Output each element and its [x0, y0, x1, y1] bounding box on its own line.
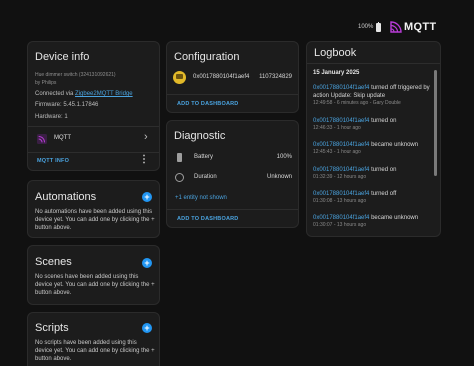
integration-row-mqtt[interactable]: MQTT › — [28, 128, 159, 150]
diagnostic-label: Battery — [194, 154, 214, 160]
logbook-entity-link[interactable]: 0x0017880104f1aef4 — [313, 215, 369, 221]
mqtt-info-button[interactable]: MQTT INFO — [37, 158, 69, 164]
logbook-message: became unknown — [371, 215, 419, 221]
divider — [28, 126, 159, 127]
firmware-version: Firmware: 5.45.1.17846 — [35, 102, 99, 108]
divider — [307, 63, 440, 64]
device-entity-icon — [173, 71, 186, 84]
add-to-dashboard-button[interactable]: ADD TO DASHBOARD — [177, 101, 238, 107]
more-options-icon[interactable]: ⋮ — [139, 154, 149, 165]
divider — [167, 209, 298, 210]
logbook-entity-link[interactable]: 0x0017880104f1aef4 — [313, 85, 369, 91]
device-info-card: Device info Hue dimmer switch (324131092… — [27, 41, 160, 171]
mqtt-brand-text: MQTT — [404, 21, 437, 33]
logbook-message: turned on — [371, 167, 397, 173]
logbook-meta: 12:49:58 - 6 minutes ago - Gary Double — [313, 100, 401, 106]
automations-title: Automations — [35, 191, 97, 203]
device-info-title: Device info — [35, 51, 90, 63]
logbook-title: Logbook — [314, 47, 357, 59]
device-model: Hue dimmer switch (324131092621) — [35, 72, 116, 78]
add-script-button[interactable]: + — [142, 323, 152, 333]
entities-not-shown-link[interactable]: +1 entity not shown — [175, 195, 227, 201]
logbook-entity-link[interactable]: 0x0017880104f1aef4 — [313, 118, 369, 124]
diagnostic-label: Duration — [194, 174, 217, 180]
diagnostic-value: Unknown — [266, 174, 292, 180]
zigbee2mqtt-bridge-link[interactable]: Zigbee2MQTT Bridge — [75, 91, 133, 97]
logbook-scrollbar[interactable] — [434, 70, 437, 176]
logbook-meta: 12:46:33 - 1 hour ago — [313, 125, 361, 131]
connected-via: Connected via Zigbee2MQTT Bridge — [35, 91, 133, 97]
scripts-empty-text: No scripts have been added using this de… — [35, 340, 155, 362]
logbook-entry: 0x0017880104f1aef4 turned on 01:32:39 - … — [313, 166, 431, 181]
add-automation-button[interactable]: + — [142, 192, 152, 202]
scripts-title: Scripts — [35, 322, 69, 334]
logbook-meta: 12:45:43 - 1 hour ago — [313, 149, 361, 155]
divider — [167, 94, 298, 95]
logbook-date: 15 January 2025 — [313, 70, 360, 76]
mqtt-logo-icon — [390, 21, 402, 33]
battery-percentage: 100% — [358, 24, 374, 30]
scenes-empty-text: No scenes have been added using this dev… — [35, 274, 155, 296]
logbook-entry: 0x0017880104f1aef4 turned off 01:30:08 -… — [313, 190, 431, 205]
logbook-entry: 0x0017880104f1aef4 became unknown 01:30:… — [313, 214, 431, 229]
top-bar: 100% MQTT — [0, 0, 474, 38]
automations-card: Automations + No automations have been a… — [27, 180, 160, 238]
logbook-meta: 01:30:08 - 13 hours ago — [313, 198, 367, 204]
scenes-card: Scenes + No scenes have been added using… — [27, 245, 160, 305]
logbook-meta: 01:32:39 - 12 hours ago — [313, 174, 367, 180]
hardware-version: Hardware: 1 — [35, 114, 68, 120]
add-scene-button[interactable]: + — [142, 258, 152, 268]
add-to-dashboard-button[interactable]: ADD TO DASHBOARD — [177, 216, 238, 222]
battery-icon — [376, 22, 381, 32]
scripts-card: Scripts + No scripts have been added usi… — [27, 312, 160, 366]
diagnostic-value: 100% — [276, 154, 292, 160]
divider — [28, 152, 159, 153]
configuration-entity-row[interactable]: 0x0017880104f1aef4 1107324829 — [167, 70, 298, 86]
configuration-card: Configuration 0x0017880104f1aef4 1107324… — [166, 41, 299, 113]
configuration-entity-name: 0x0017880104f1aef4 — [193, 74, 250, 80]
timer-icon — [175, 173, 184, 182]
device-manufacturer: by Philips — [35, 80, 57, 86]
logbook-entry: 0x0017880104f1aef4 turned on 12:46:33 - … — [313, 117, 431, 132]
integration-label: MQTT — [54, 135, 71, 141]
diagnostic-title: Diagnostic — [174, 130, 226, 142]
diagnostic-card: Diagnostic Battery 100% Duration Unknown… — [166, 120, 299, 228]
connected-via-label: Connected via — [35, 91, 74, 97]
diagnostic-row-duration[interactable]: Duration Unknown — [167, 171, 298, 185]
chevron-right-icon: › — [144, 131, 148, 143]
diagnostic-row-battery[interactable]: Battery 100% — [167, 151, 298, 165]
logbook-entry: 0x0017880104f1aef4 became unknown 12:45:… — [313, 141, 431, 156]
logbook-message: turned off — [371, 191, 397, 197]
mqtt-integration-icon — [37, 134, 47, 144]
automations-empty-text: No automations have been added using thi… — [35, 209, 155, 231]
scenes-title: Scenes — [35, 256, 72, 268]
logbook-meta: 01:30:07 - 13 hours ago — [313, 222, 367, 228]
logbook-entry: 0x0017880104f1aef4 turned off triggered … — [313, 84, 431, 107]
logbook-message: turned on — [371, 118, 397, 124]
configuration-title: Configuration — [174, 51, 240, 63]
logbook-message: became unknown — [371, 142, 419, 148]
logbook-entity-link[interactable]: 0x0017880104f1aef4 — [313, 191, 369, 197]
logbook-entity-link[interactable]: 0x0017880104f1aef4 — [313, 167, 369, 173]
battery-icon — [177, 153, 182, 162]
logbook-entity-link[interactable]: 0x0017880104f1aef4 — [313, 142, 369, 148]
configuration-entity-value: 1107324829 — [259, 74, 292, 80]
